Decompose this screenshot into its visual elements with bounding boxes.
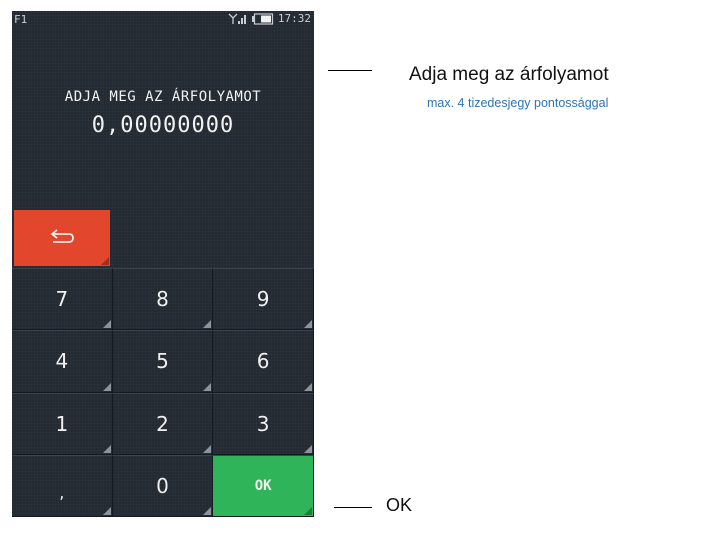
key-3[interactable]: 3 [213,392,314,455]
key-8[interactable]: 8 [112,268,214,331]
rate-value-display: 0,00000000 [91,113,235,138]
key-4[interactable]: 4 [12,330,113,393]
ok-leader-line [334,507,372,508]
signal-icon [228,13,248,25]
battery-icon [251,12,274,25]
key-2[interactable]: 2 [112,392,214,455]
annotation-prompt-note: max. 4 tizedesjegy pontossággal [427,96,609,110]
function-key-label: F1 [14,13,28,26]
prompt-text: ADJA MEG AZ ÁRFOLYAMOT [64,89,262,105]
key-1[interactable]: 1 [12,392,113,455]
key-7[interactable]: 7 [12,268,113,331]
back-button[interactable] [14,210,110,266]
annotation-ok-label: OK [386,495,413,515]
ok-button[interactable]: OK [213,454,314,517]
status-bar: F1 17:32 [12,11,314,29]
key-0[interactable]: 0 [112,454,214,517]
clock: 17:32 [277,12,311,25]
key-6[interactable]: 6 [213,330,314,393]
key-5[interactable]: 5 [112,330,214,393]
prompt-leader-line [328,70,372,71]
key-comma[interactable]: , [12,454,113,517]
device-screen: F1 17:32 ADJA MEG AZ ÁRFOLYAMOT 0,000000… [12,11,314,517]
annotation-prompt-title: Adja meg az árfolyamot [409,64,609,85]
return-arrow-icon [49,228,75,248]
key-9[interactable]: 9 [213,268,314,331]
status-right: 17:32 [228,12,311,25]
keypad: 7 8 9 4 5 6 1 2 3 , 0 OK [12,268,314,517]
